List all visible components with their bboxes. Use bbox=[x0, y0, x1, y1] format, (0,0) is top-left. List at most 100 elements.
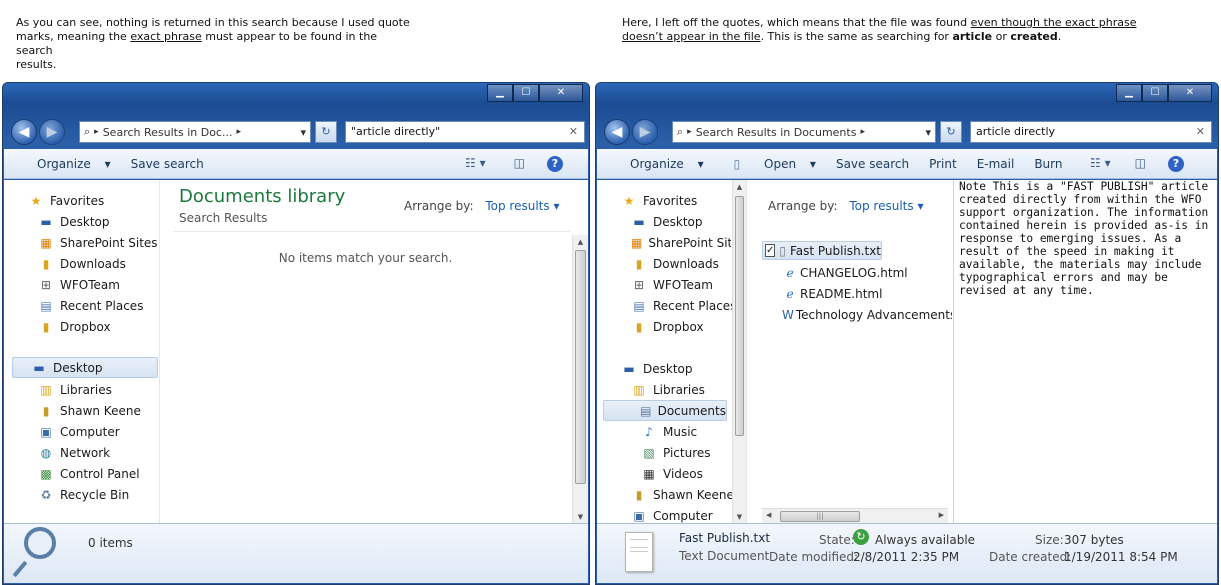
forward-button[interactable]: ▶ bbox=[632, 119, 658, 145]
view-options-icon[interactable]: ☷ ▾ bbox=[1090, 156, 1111, 172]
nav-item-wfoteam[interactable]: ⊞ WFOTeam bbox=[38, 274, 120, 295]
nav-desktop[interactable]: ▬ Desktop bbox=[621, 358, 692, 379]
organize-label: Organize bbox=[37, 156, 91, 171]
save-search-button[interactable]: Save search bbox=[826, 157, 919, 171]
file-name: Fast Publish.txt bbox=[679, 531, 771, 545]
nav-item-recent-places[interactable]: ▤ Recent Places bbox=[38, 295, 143, 316]
html-file-icon: ℯ bbox=[786, 286, 794, 301]
nav-item-dropbox[interactable]: ▮ Dropbox bbox=[631, 316, 704, 337]
horizontal-scrollbar[interactable]: ◀ ||| ▶ bbox=[762, 508, 948, 524]
help-icon[interactable]: ? bbox=[1167, 156, 1184, 172]
recent-places-icon: ▤ bbox=[633, 298, 645, 313]
nav-favorites[interactable]: ★ Favorites bbox=[28, 190, 105, 211]
back-button[interactable]: ◀ bbox=[11, 119, 37, 145]
nav-item-recycle-bin[interactable]: ♻ Recycle Bin bbox=[38, 484, 130, 505]
refresh-icon[interactable]: ↻ bbox=[315, 121, 337, 143]
scroll-up-arrow[interactable]: ▲ bbox=[733, 180, 746, 194]
file-item-fast-publish[interactable]: ✓ ▯ Fast Publish.txt bbox=[762, 241, 882, 260]
file-item-changelog[interactable]: ℯ CHANGELOG.html bbox=[782, 262, 907, 283]
nav-item-network[interactable]: ◍ Network bbox=[38, 442, 110, 463]
email-button[interactable]: E-mail bbox=[967, 157, 1025, 171]
nav-item-computer[interactable]: ▣ Computer bbox=[38, 421, 120, 442]
preview-pane-icon[interactable]: ◫ bbox=[514, 156, 525, 172]
nav-label: Computer bbox=[60, 424, 120, 439]
maximize-button[interactable]: ☐ bbox=[513, 84, 539, 102]
forward-button[interactable]: ▶ bbox=[39, 119, 65, 145]
save-search-button[interactable]: Save search bbox=[121, 157, 214, 171]
checkbox-checked[interactable]: ✓ bbox=[765, 244, 776, 257]
close-button[interactable]: ✕ bbox=[1168, 84, 1212, 102]
print-button[interactable]: Print bbox=[919, 157, 967, 171]
preview-pane-icon[interactable]: ◫ bbox=[1135, 156, 1146, 172]
nav-favorites[interactable]: ★ Favorites bbox=[621, 190, 698, 211]
nav-item-dropbox[interactable]: ▮ Dropbox bbox=[38, 316, 111, 337]
chevron-down-icon[interactable]: ▾ bbox=[300, 126, 306, 139]
organize-menu[interactable]: Organize ▾ bbox=[17, 157, 121, 171]
nav-item-sharepoint[interactable]: ▦ SharePoint Sites bbox=[38, 232, 157, 253]
videos-icon: ▦ bbox=[643, 466, 655, 481]
view-options-icon[interactable]: ☷ ▾ bbox=[465, 156, 486, 172]
nav-item-libraries[interactable]: ▥ Libraries bbox=[38, 379, 112, 400]
scroll-thumb[interactable]: ||| bbox=[780, 511, 860, 522]
clear-search-icon[interactable]: ✕ bbox=[569, 125, 578, 138]
arrange-dropdown[interactable]: Top results ▾ bbox=[849, 199, 923, 213]
nav-label: Documents bbox=[657, 403, 726, 418]
nav-item-user[interactable]: ▮ Shawn Keene bbox=[631, 484, 734, 505]
file-name: README.html bbox=[800, 286, 883, 301]
search-input[interactable]: "article directly" ✕ bbox=[345, 121, 585, 143]
nav-item-downloads[interactable]: ▮ Downloads bbox=[38, 253, 126, 274]
nav-item-videos[interactable]: ▦ Videos bbox=[641, 463, 703, 484]
search-input[interactable]: article directly ✕ bbox=[970, 121, 1212, 143]
nav-item-libraries[interactable]: ▥ Libraries bbox=[631, 379, 705, 400]
back-button[interactable]: ◀ bbox=[604, 119, 630, 145]
vertical-scrollbar[interactable]: ▲ ▼ bbox=[572, 235, 588, 524]
refresh-icon[interactable]: ↻ bbox=[940, 121, 962, 143]
nav-item-desktop[interactable]: ▬ Desktop bbox=[631, 211, 702, 232]
nav-item-documents[interactable]: ▤ Documents bbox=[603, 400, 727, 421]
minimize-button[interactable]: ▁ bbox=[1116, 84, 1142, 102]
nav-item-sharepoint[interactable]: ▦ SharePoint Sites bbox=[631, 232, 731, 253]
scroll-thumb[interactable] bbox=[575, 250, 586, 484]
file-item-readme[interactable]: ℯ README.html bbox=[782, 283, 882, 304]
computer-icon: ▣ bbox=[633, 508, 645, 523]
nav-desktop[interactable]: ▬ Desktop bbox=[12, 357, 158, 378]
nav-label: Videos bbox=[663, 466, 703, 481]
organize-menu[interactable]: Organize ▾ bbox=[610, 157, 714, 171]
created-label: Date created: bbox=[989, 550, 1072, 564]
nav-item-desktop[interactable]: ▬ Desktop bbox=[38, 211, 109, 232]
nav-scrollbar[interactable]: ▲ ▼ bbox=[732, 180, 746, 524]
scroll-left-arrow[interactable]: ◀ bbox=[766, 511, 771, 519]
minimize-button[interactable]: ▁ bbox=[487, 84, 513, 102]
magnifier-handle bbox=[12, 560, 28, 578]
sync-state-icon: ↻ bbox=[853, 529, 869, 545]
scroll-down-arrow[interactable]: ▼ bbox=[733, 510, 746, 524]
maximize-button[interactable]: ☐ bbox=[1142, 84, 1168, 102]
open-menu[interactable]: ▯ Open ▾ bbox=[714, 157, 826, 171]
nav-item-user[interactable]: ▮ Shawn Keene bbox=[38, 400, 141, 421]
close-button[interactable]: ✕ bbox=[539, 84, 583, 102]
desktop-icon: ▬ bbox=[623, 361, 635, 376]
help-icon[interactable]: ? bbox=[546, 156, 563, 172]
nav-item-downloads[interactable]: ▮ Downloads bbox=[631, 253, 719, 274]
burn-button[interactable]: Burn bbox=[1024, 157, 1072, 171]
nav-label: Dropbox bbox=[60, 319, 111, 334]
scroll-down-arrow[interactable]: ▼ bbox=[573, 510, 588, 524]
scroll-up-arrow[interactable]: ▲ bbox=[573, 235, 588, 249]
chevron-down-icon[interactable]: ▾ bbox=[925, 126, 931, 139]
clear-search-icon[interactable]: ✕ bbox=[1196, 125, 1205, 138]
scroll-right-arrow[interactable]: ▶ bbox=[939, 511, 944, 519]
file-item-technology[interactable]: WTechnology Advancements.doc bbox=[782, 304, 952, 325]
address-bar[interactable]: ⌕ ▸ Search Results in Doc... ▸ ▾ bbox=[79, 121, 311, 143]
computer-icon: ▣ bbox=[40, 424, 52, 439]
scroll-thumb[interactable] bbox=[735, 196, 744, 436]
arrange-dropdown[interactable]: Top results ▾ bbox=[485, 199, 559, 213]
nav-label: Shawn Keene bbox=[60, 403, 141, 418]
nav-item-wfoteam[interactable]: ⊞ WFOTeam bbox=[631, 274, 713, 295]
nav-item-recent-places[interactable]: ▤ Recent Places bbox=[631, 295, 736, 316]
nav-item-control-panel[interactable]: ▩ Control Panel bbox=[38, 463, 139, 484]
address-bar[interactable]: ⌕ ▸ Search Results in Documents ▸ ▾ bbox=[672, 121, 936, 143]
nav-item-music[interactable]: ♪ Music bbox=[641, 421, 697, 442]
nav-label: Pictures bbox=[663, 445, 711, 460]
preview-text: Note This is a "FAST PUBLISH" article cr… bbox=[959, 180, 1209, 297]
nav-item-pictures[interactable]: ▧ Pictures bbox=[641, 442, 711, 463]
